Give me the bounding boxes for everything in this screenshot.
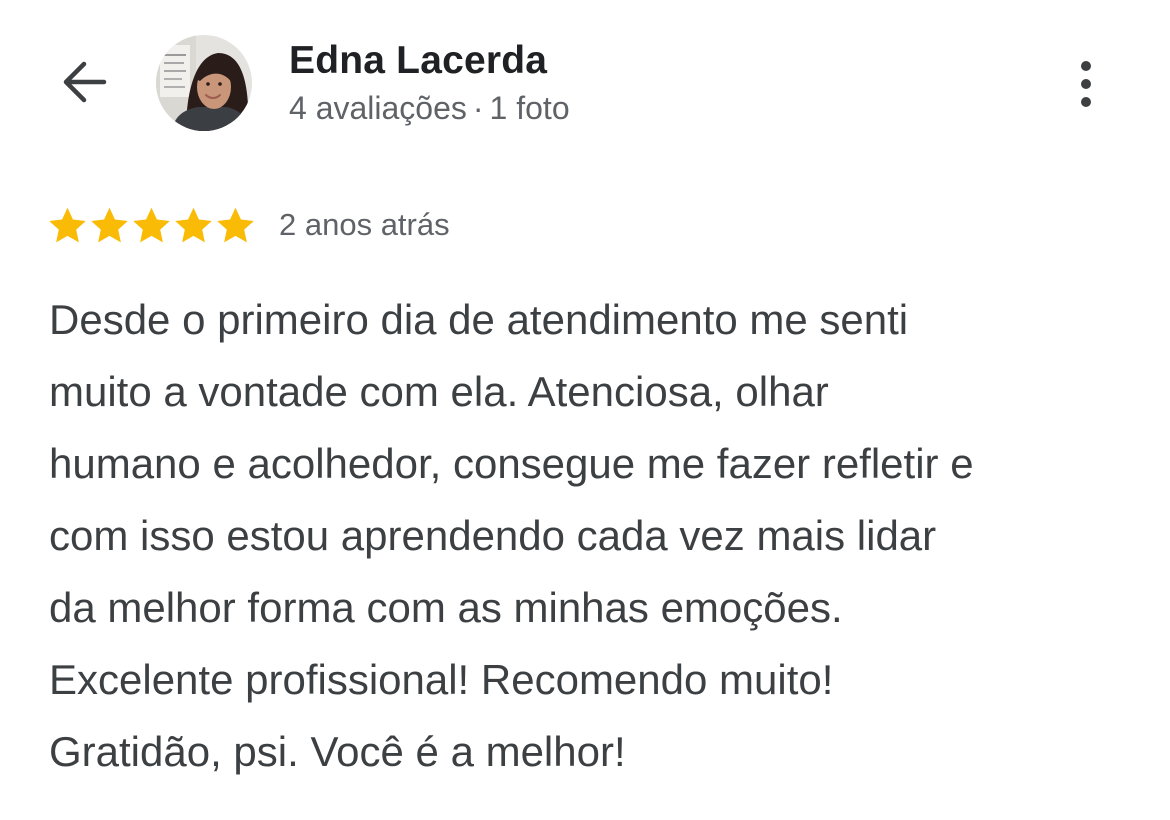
arrow-left-icon (63, 61, 107, 103)
stats-separator: · (472, 90, 484, 126)
more-vertical-icon (1081, 61, 1091, 107)
review-text-line: Excelente profissional! Recomendo muito! (49, 656, 834, 703)
reviewer-stats: 4 avaliações · 1 foto (289, 88, 570, 128)
rating-row: 2 anos atrás (47, 202, 450, 248)
review-text-line: Desde o primeiro dia de atendimento me s… (49, 296, 909, 343)
star-icon (91, 207, 128, 242)
reviewer-info: Edna Lacerda 4 avaliações · 1 foto (289, 38, 570, 128)
star-icon (133, 207, 170, 242)
star-icon (49, 207, 86, 242)
back-button[interactable] (52, 54, 116, 110)
review-text-line: Gratidão, psi. Você é a melhor! (49, 728, 626, 775)
reviewer-name[interactable]: Edna Lacerda (289, 38, 570, 84)
photo-count: 1 foto (489, 90, 570, 126)
review-count: 4 avaliações (289, 90, 467, 126)
star-rating (47, 205, 257, 246)
avatar[interactable] (156, 35, 252, 131)
star-icon (175, 207, 212, 242)
more-options-button[interactable] (1062, 52, 1110, 116)
review-text: Desde o primeiro dia de atendimento me s… (49, 284, 1129, 788)
review-text-line: com isso estou aprendendo cada vez mais … (49, 512, 937, 559)
review-text-line: humano e acolhedor, consegue me fazer re… (49, 440, 974, 487)
review-text-line: muito a vontade com ela. Atenciosa, olha… (49, 368, 829, 415)
star-icon (217, 207, 254, 242)
review-text-line: da melhor forma com as minhas emoções. (49, 584, 843, 631)
review-date: 2 anos atrás (279, 207, 450, 242)
profile-photo (156, 35, 252, 131)
review-screen: Edna Lacerda 4 avaliações · 1 foto 2 anos … (0, 0, 1170, 820)
